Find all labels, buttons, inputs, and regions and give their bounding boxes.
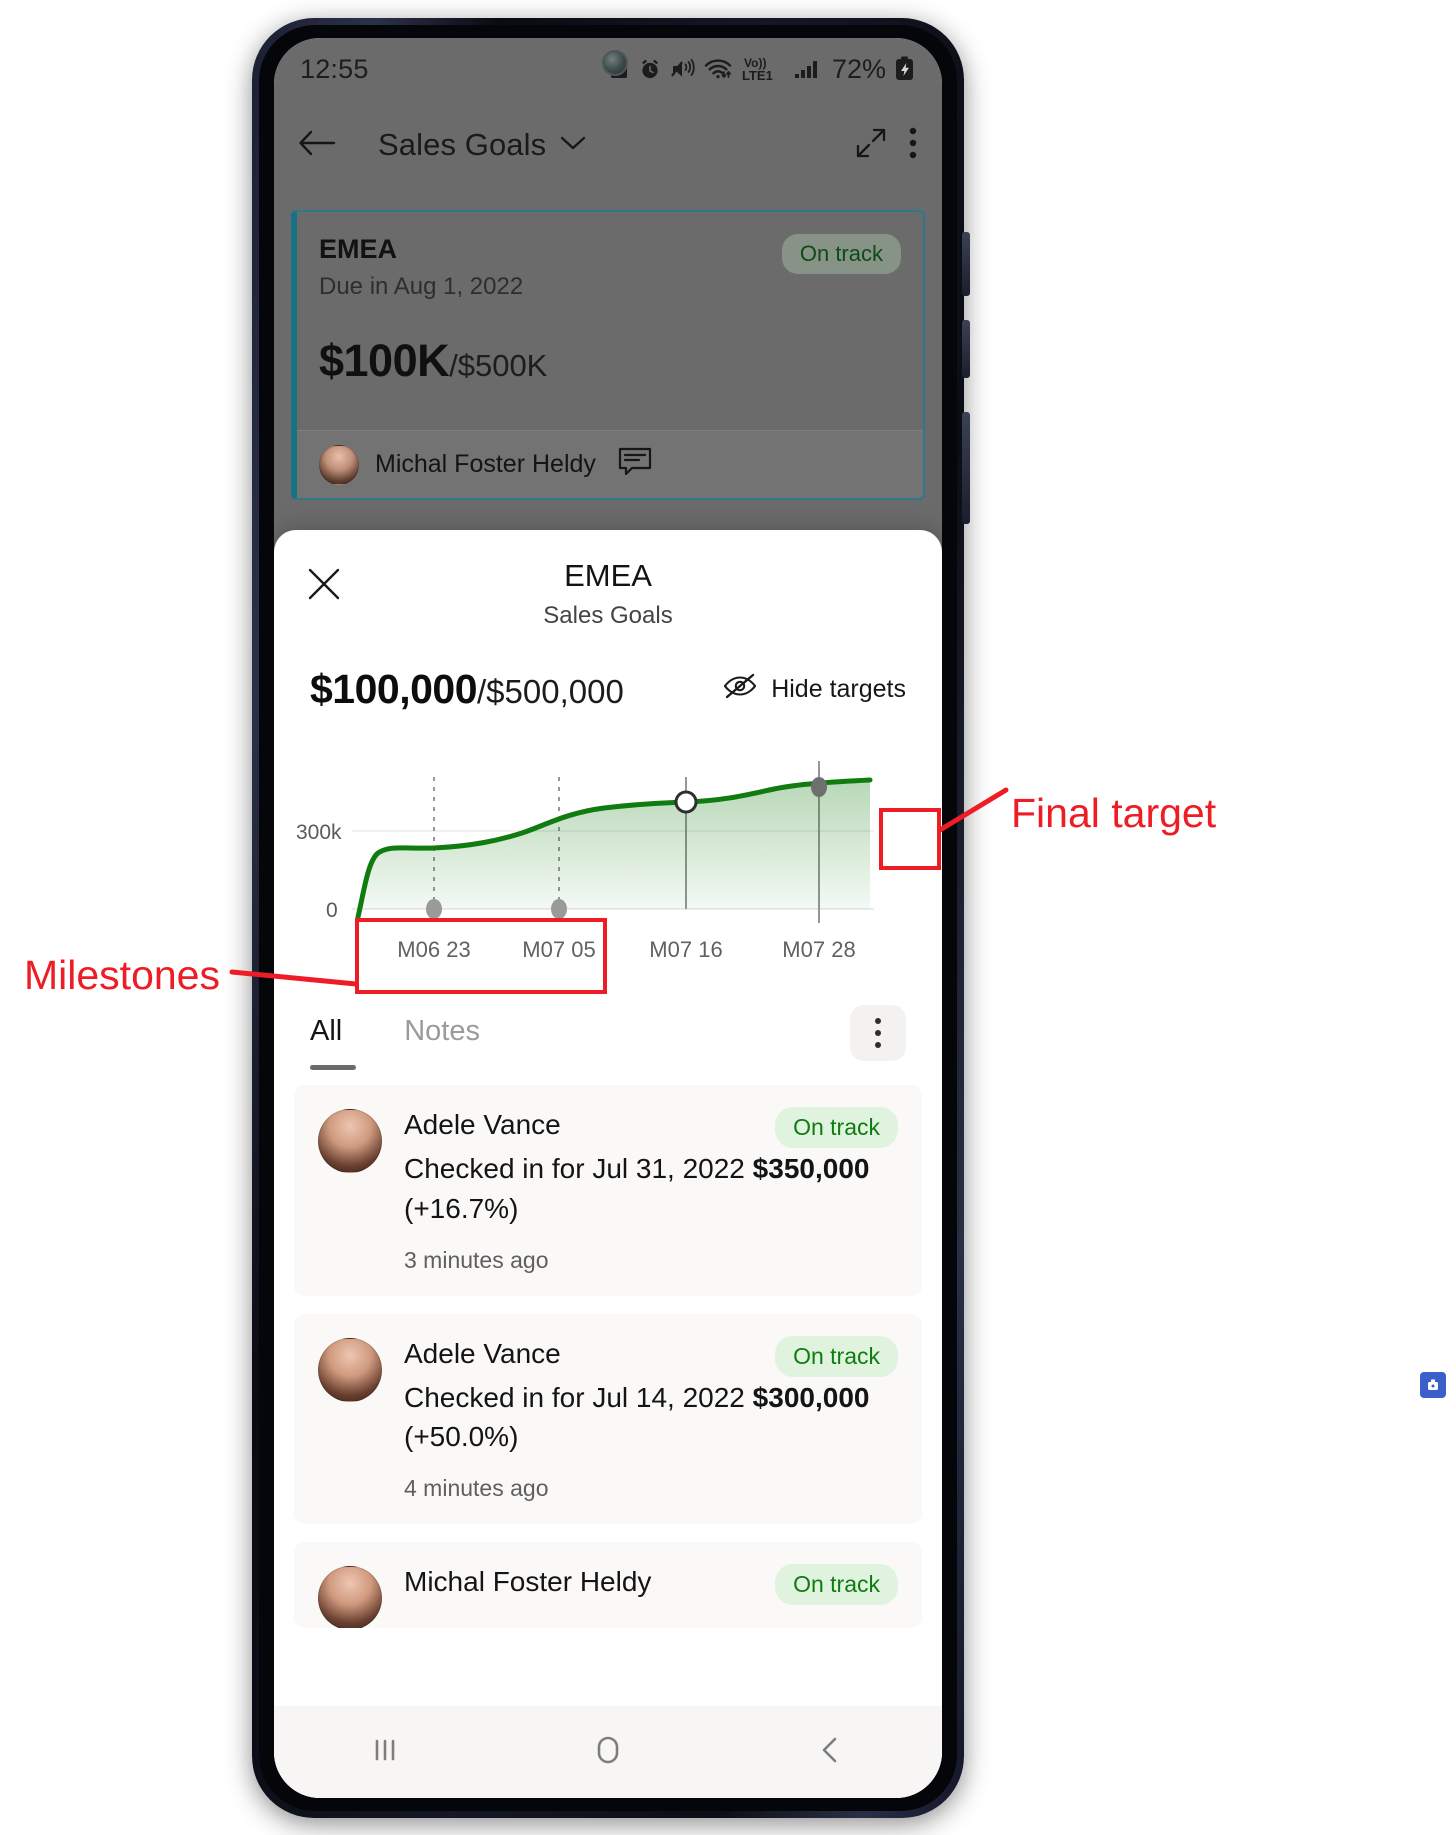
list-item[interactable]: Adele Vance Checked in for Jul 14, 2022 … bbox=[294, 1313, 922, 1524]
screenshot-root: 12:55 Vo)) LTE1 72% Sales Goals EMEA Due… bbox=[0, 0, 1456, 1835]
sheet-target-value: /$500,000 bbox=[477, 673, 624, 710]
goal-card[interactable]: EMEA Due in Aug 1, 2022 $100K/$500K On t… bbox=[291, 210, 925, 500]
phone-button-power[interactable] bbox=[962, 412, 970, 524]
status-bar-clock: 12:55 bbox=[300, 53, 369, 84]
kebab-dot bbox=[875, 1030, 881, 1036]
chevron-down-icon[interactable] bbox=[560, 134, 586, 157]
milestone-marker-2 bbox=[551, 899, 567, 919]
status-badge: On track bbox=[775, 1107, 898, 1148]
milestone-marker-1 bbox=[426, 899, 442, 919]
sheet-current-value: $100,000 bbox=[310, 666, 478, 712]
app-bar-title[interactable]: Sales Goals bbox=[378, 127, 546, 163]
checkin-value: $350,000 bbox=[752, 1153, 870, 1184]
chart-xtick-3: M07 16 bbox=[649, 937, 723, 962]
checkin-text: Checked in for Jul 31, 2022 bbox=[404, 1153, 753, 1184]
eye-off-icon bbox=[723, 673, 757, 706]
final-target-highlight-box bbox=[879, 808, 941, 870]
overflow-menu-icon[interactable] bbox=[908, 126, 918, 165]
kebab-dot bbox=[875, 1018, 881, 1024]
detail-bottom-sheet: EMEA Sales Goals $100,000/$500,000 Hide … bbox=[274, 530, 942, 1798]
checkin-delta: (+50.0%) bbox=[404, 1421, 519, 1453]
goal-card-current-value: $100K bbox=[319, 335, 450, 386]
avatar bbox=[319, 444, 359, 485]
checkin-text: Checked in for Jul 14, 2022 bbox=[404, 1381, 753, 1413]
alarm-icon bbox=[638, 57, 662, 81]
hide-targets-button[interactable]: Hide targets bbox=[723, 673, 906, 706]
home-icon[interactable] bbox=[591, 1733, 625, 1772]
sheet-title: EMEA bbox=[564, 558, 652, 593]
annotation-milestones-label: Milestones bbox=[24, 952, 220, 998]
battery-charging-icon bbox=[894, 56, 916, 82]
checkin-value: $300,000 bbox=[752, 1381, 870, 1413]
checkin-detail: Checked in for Jul 31, 2022 $350,000 (+1… bbox=[404, 1149, 898, 1229]
teams-app-badge-icon bbox=[1420, 1372, 1446, 1398]
goal-card-footer: Michal Foster Heldy bbox=[297, 430, 923, 498]
goal-card-status-badge: On track bbox=[781, 234, 901, 274]
chart-xtick-4: M07 28 bbox=[782, 937, 856, 962]
chart-ytick-300k: 300k bbox=[296, 821, 342, 844]
kebab-dot bbox=[875, 1042, 881, 1048]
sheet-overflow-button[interactable] bbox=[850, 1005, 906, 1061]
goal-card-target-value: /$500K bbox=[449, 348, 548, 383]
chart-canvas bbox=[352, 761, 874, 923]
goal-card-top: EMEA Due in Aug 1, 2022 $100K/$500K On t… bbox=[297, 212, 923, 387]
checkin-delta: (+16.7%) bbox=[404, 1192, 519, 1224]
list-item[interactable]: Michal Foster Heldy On track bbox=[294, 1542, 922, 1628]
close-icon[interactable] bbox=[306, 566, 342, 607]
final-target-marker bbox=[811, 777, 827, 797]
goal-card-due-date: Due in Aug 1, 2022 bbox=[319, 273, 524, 300]
avatar bbox=[318, 1337, 382, 1402]
app-bar: Sales Goals bbox=[274, 100, 942, 190]
chart-ytick-0: 0 bbox=[326, 899, 338, 922]
sheet-subtitle: Sales Goals bbox=[543, 602, 673, 629]
checkin-timestamp: 3 minutes ago bbox=[404, 1246, 549, 1273]
battery-percentage: 72% bbox=[831, 53, 886, 84]
status-badge: On track bbox=[775, 1564, 898, 1605]
signal-bars-icon bbox=[794, 57, 820, 81]
sheet-header: EMEA Sales Goals bbox=[274, 530, 942, 648]
recents-icon[interactable] bbox=[368, 1733, 402, 1772]
checkin-timestamp: 4 minutes ago bbox=[404, 1475, 549, 1501]
status-badge: On track bbox=[775, 1335, 898, 1377]
mute-vibrate-icon bbox=[670, 57, 696, 81]
hide-targets-label: Hide targets bbox=[771, 675, 906, 703]
checkin-detail: Checked in for Jul 14, 2022 $300,000 (+5… bbox=[404, 1378, 898, 1458]
avatar bbox=[318, 1109, 382, 1173]
phone-button-volume-up[interactable] bbox=[962, 232, 970, 296]
phone-button-volume-down[interactable] bbox=[962, 320, 970, 378]
front-camera-punch-hole bbox=[602, 50, 628, 76]
list-item[interactable]: Adele Vance Checked in for Jul 31, 2022 … bbox=[294, 1085, 922, 1296]
svg-text:LTE1: LTE1 bbox=[742, 68, 773, 83]
checkin-list: Adele Vance Checked in for Jul 31, 2022 … bbox=[274, 1079, 942, 1628]
current-point-marker bbox=[674, 790, 698, 814]
annotation-final-target-label: Final target bbox=[1011, 790, 1217, 836]
goal-card-owner-name: Michal Foster Heldy bbox=[375, 450, 596, 478]
volte-icon: Vo)) LTE1 bbox=[742, 55, 786, 83]
back-icon[interactable] bbox=[814, 1733, 848, 1772]
avatar bbox=[318, 1566, 382, 1628]
sheet-amount: $100,000/$500,000 bbox=[310, 666, 624, 713]
android-navigation-bar bbox=[274, 1706, 942, 1798]
status-bar-icons: Vo)) LTE1 72% bbox=[608, 54, 916, 85]
wifi-icon bbox=[704, 57, 734, 81]
goal-card-amount: $100K/$500K bbox=[319, 335, 897, 387]
tab-notes[interactable]: Notes bbox=[404, 1015, 480, 1070]
comment-icon[interactable] bbox=[618, 447, 652, 482]
milestones-highlight-box bbox=[355, 918, 607, 994]
tab-all[interactable]: All bbox=[310, 1015, 357, 1070]
expand-icon[interactable] bbox=[854, 126, 888, 165]
sheet-amount-row: $100,000/$500,000 Hide targets bbox=[274, 648, 942, 713]
back-arrow-icon[interactable] bbox=[298, 128, 336, 163]
